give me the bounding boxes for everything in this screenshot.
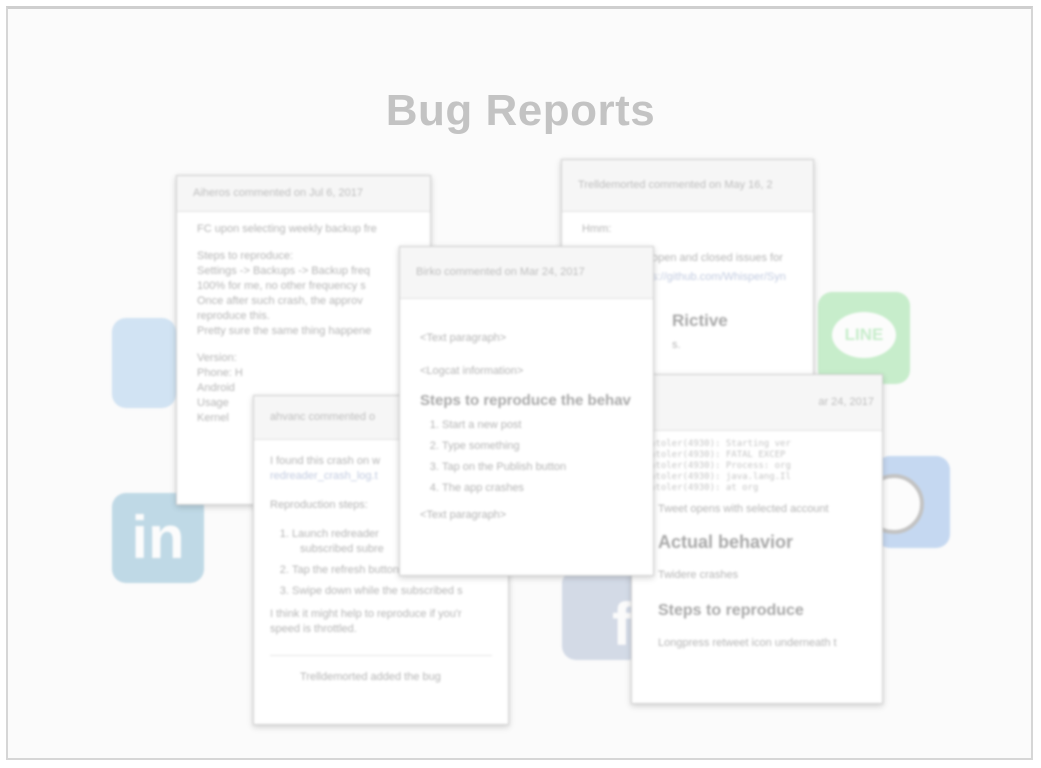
card-5-log-line: atoler(4930): Process: org [650, 461, 791, 471]
card-4-header: Birko commented on Mar 24, 2017 [400, 247, 653, 299]
card-1-header: Aiheros commented on Jul 6, 2017 [177, 176, 430, 212]
card-1-line: Version: [197, 352, 237, 364]
card-4-line: <Text paragraph> [420, 332, 507, 344]
facebook-icon: f [562, 570, 642, 660]
card-3-line: speed is throttled. [270, 623, 357, 635]
facebook-label: f [612, 591, 632, 658]
card-5-heading: Actual behavior [658, 532, 794, 552]
card-5-line: Tweet opens with selected account [658, 503, 829, 515]
bug-report-card-4: Birko commented on Mar 24, 2017 <Text pa… [399, 246, 654, 576]
card-2-header: Trelldemorted commented on May 16, 2 [562, 160, 813, 212]
card-2-line: Hmm: [582, 223, 612, 235]
card-5-log-line: atoler(4930): Starting ver [650, 439, 791, 449]
card-1-line: Android [197, 382, 235, 394]
card-4-heading: Steps to reproduce the behav [420, 392, 631, 409]
card-4-line: <Logcat information> [420, 365, 524, 377]
card-4-step: Type something [442, 439, 633, 454]
card-2-link[interactable]: s://github.com/Whisper/Syn [652, 270, 793, 285]
line-label: LINE [832, 312, 896, 358]
pokeball-icon [864, 456, 950, 548]
card-2-heading: Rictive [672, 311, 728, 330]
card-4-step: The app crashes [442, 481, 633, 496]
card-2-line: open and closed issues for [652, 252, 783, 264]
card-3-event: Trelldemorted added the bug [270, 655, 492, 685]
game-app-icon [112, 318, 176, 408]
card-4-step: Tap on the Publish button [442, 460, 633, 475]
card-3-step: Swipe down while the subscribed s [292, 584, 492, 599]
card-5-heading: Steps to reproduce [658, 602, 804, 619]
card-4-step: Start a new post [442, 418, 633, 433]
card-5-line: Twidere crashes [658, 569, 739, 581]
card-1-line: 100% for me, no other frequency s [197, 280, 366, 292]
card-1-line: reproduce this. [197, 310, 270, 322]
card-5-log-line: atoler(4930): FATAL EXCEP [650, 450, 786, 460]
card-5-line: Longpress retweet icon underneath t [658, 637, 837, 649]
card-1-line: Phone: H [197, 367, 243, 379]
card-4-line: <Text paragraph> [420, 509, 507, 521]
card-1-line: FC upon selecting weekly backup fre [197, 223, 377, 235]
linkedin-label: in [131, 504, 185, 571]
linkedin-icon: in [112, 493, 204, 583]
card-1-line: Settings -> Backups -> Backup freq [197, 265, 371, 277]
card-5-log-line: atoler(4930): java.lang.Il [650, 472, 791, 482]
line-icon: LINE [818, 292, 910, 384]
card-1-line: Once after such crash, the approv [197, 295, 363, 307]
card-1-line: Steps to reproduce: [197, 250, 294, 262]
card-3-line: I think it might help to reproduce if yo… [270, 608, 462, 620]
collage: in LINE f Aiheros commented on Jul 6, 20… [0, 0, 1041, 768]
card-5-header: ar 24, 2017 [632, 375, 882, 431]
card-2-line: s. [672, 339, 681, 351]
card-1-line: Pretty sure the same thing happene [197, 325, 372, 337]
card-5-log-line: atoler(4930): at org [650, 483, 759, 493]
bug-report-card-5: ar 24, 2017 atoler(4930): Starting ver a… [631, 374, 883, 704]
